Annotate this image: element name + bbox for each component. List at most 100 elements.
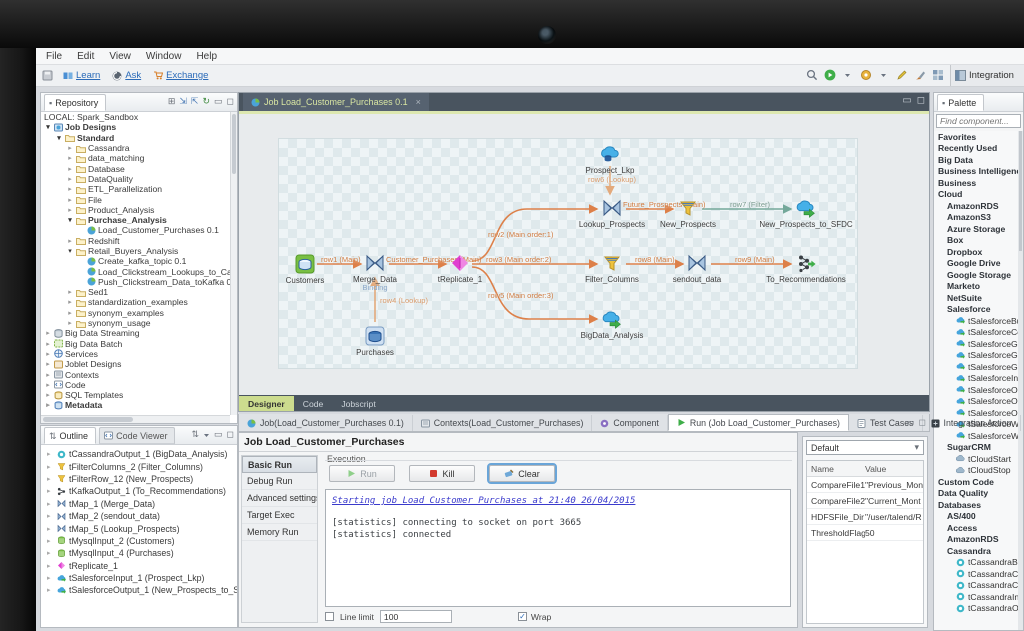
collapsed-arrow-icon[interactable]: ▸ — [47, 463, 54, 471]
close-icon[interactable]: × — [416, 97, 421, 107]
outline-item[interactable]: ▸tMysqlInput_2 (Customers) — [41, 535, 237, 547]
job-node-purchases[interactable]: Purchases — [320, 326, 430, 357]
wrap-checkbox[interactable]: ✓ — [518, 612, 527, 621]
design-canvas[interactable]: row1 (Main)Customer_Purchases (Main)row4… — [239, 114, 929, 397]
collapsed-arrow-icon[interactable]: ▸ — [47, 512, 54, 520]
palette-scrollbar[interactable] — [1018, 131, 1023, 630]
tree-item[interactable]: ▸Code — [41, 380, 230, 390]
kill-button[interactable]: Kill — [409, 465, 475, 482]
tree-item[interactable]: Load_Customer_Purchases 0.1 — [41, 225, 230, 235]
collapsed-arrow-icon[interactable]: ▸ — [44, 329, 52, 337]
collapsed-arrow-icon[interactable]: ▸ — [66, 288, 74, 296]
tree-item[interactable]: ▸SQL Templates — [41, 390, 230, 400]
caret-icon[interactable] — [841, 68, 854, 81]
outline-item[interactable]: ▸tKafkaOutput_1 (To_Recommendations) — [41, 485, 237, 497]
palette-component[interactable]: tSalesforceBulkExec — [934, 315, 1018, 327]
collapsed-arrow-icon[interactable]: ▸ — [44, 340, 52, 348]
palette-component[interactable]: tCassandraClose — [934, 568, 1018, 580]
collapsed-arrow-icon[interactable]: ▸ — [47, 562, 54, 570]
palette-category[interactable]: Box — [934, 235, 1018, 247]
caret-icon[interactable] — [877, 68, 890, 81]
brush-icon[interactable] — [913, 68, 926, 81]
run-console[interactable]: Starting job Load_Customer_Purchases at … — [325, 489, 791, 607]
tab-palette[interactable]: ▪ Palette — [937, 94, 984, 111]
context-row[interactable]: ThresholdFlag50 — [807, 525, 923, 541]
context-table[interactable]: NameValueCompareFile1"Previous_MontCompa… — [806, 460, 924, 624]
collapsed-arrow-icon[interactable]: ▸ — [47, 574, 54, 582]
run-green-icon[interactable] — [823, 68, 836, 81]
palette-component[interactable]: tCassandraInput — [934, 591, 1018, 603]
view-tab-run[interactable]: Run (Job Load_Customer_Purchases) — [668, 414, 849, 431]
minimize-icon[interactable]: ▭ — [902, 95, 911, 106]
tree-item[interactable]: ▸Joblet Designs — [41, 359, 230, 369]
collapsed-arrow-icon[interactable]: ▸ — [47, 525, 54, 533]
tree-item[interactable]: ▸Metadata — [41, 400, 230, 410]
job-node-sendout_data[interactable]: sendout_data — [642, 253, 752, 284]
tree-item[interactable]: ▸synonym_examples — [41, 308, 230, 318]
maximize-icon[interactable]: ◻ — [919, 417, 926, 428]
editor-bottom-tab-jobscript[interactable]: Jobscript — [332, 396, 384, 411]
palette-category[interactable]: Business — [934, 177, 1018, 189]
palette-category[interactable]: AmazonS3 — [934, 212, 1018, 224]
palette-list[interactable]: FavoritesRecently UsedBig DataBusiness I… — [934, 131, 1018, 630]
palette-component[interactable]: tSalesforceOutputBulk — [934, 396, 1018, 408]
tree-item[interactable]: ▸Cassandra — [41, 143, 230, 153]
expanded-arrow-icon[interactable]: ▾ — [66, 216, 74, 224]
collapsed-arrow-icon[interactable]: ▸ — [47, 537, 54, 545]
maximize-icon[interactable]: ◻ — [917, 95, 925, 106]
collapsed-arrow-icon[interactable]: ▸ — [47, 487, 54, 495]
outline-list[interactable]: ▸tCassandraOutput_1 (BigData_Analysis)▸t… — [41, 445, 237, 627]
palette-component[interactable]: tSalesforceConnection — [934, 327, 1018, 339]
palette-component[interactable]: tSalesforceGetDeleted — [934, 338, 1018, 350]
context-row[interactable]: CompareFile1"Previous_Mont — [807, 477, 923, 493]
job-node-to_recommendations[interactable]: To_Recommendations — [751, 253, 861, 284]
collapsed-arrow-icon[interactable]: ▸ — [44, 360, 52, 368]
collapsed-arrow-icon[interactable]: ▸ — [66, 309, 74, 317]
palette-category[interactable]: Custom Code — [934, 476, 1018, 488]
collapsed-arrow-icon[interactable]: ▸ — [66, 319, 74, 327]
maximize-icon[interactable]: ◻ — [227, 429, 234, 441]
tree-item[interactable]: ▸Contexts — [41, 369, 230, 379]
collapsed-arrow-icon[interactable]: ▸ — [66, 165, 74, 173]
palette-component[interactable]: tCloudStart — [934, 453, 1018, 465]
palette-component[interactable]: tSalesforceOutput — [934, 384, 1018, 396]
toolbar-link-ask[interactable]: Ask — [112, 70, 141, 81]
tree-item[interactable]: ▸Product_Analysis — [41, 205, 230, 215]
menu-window[interactable]: Window — [146, 51, 182, 62]
palette-component[interactable]: tSalesforceGetUpdated — [934, 361, 1018, 373]
collapsed-arrow-icon[interactable]: ▸ — [44, 371, 52, 379]
collapsed-arrow-icon[interactable]: ▸ — [44, 381, 52, 389]
palette-search-input[interactable] — [936, 114, 1021, 128]
view-tab-contexts[interactable]: Contexts(Load_Customer_Purchases) — [413, 415, 593, 431]
run-nav-basic-run[interactable]: Basic Run — [242, 456, 317, 473]
collapsed-arrow-icon[interactable]: ▸ — [66, 196, 74, 204]
editor-tab-job[interactable]: Job Load_Customer_Purchases 0.1 × — [243, 93, 429, 111]
collapsed-arrow-icon[interactable]: ▸ — [47, 500, 54, 508]
tree-item[interactable]: ▸Sed1 — [41, 287, 230, 297]
repository-vscrollbar[interactable] — [230, 112, 237, 415]
run-nav-advanced-settings[interactable]: Advanced settings — [242, 490, 317, 507]
palette-category[interactable]: Azure Storage — [934, 223, 1018, 235]
refresh-icon[interactable]: ↻ — [202, 96, 210, 106]
palette-category[interactable]: NetSuite — [934, 292, 1018, 304]
view-tab-job[interactable]: Job(Load_Customer_Purchases 0.1) — [239, 415, 413, 431]
tree-item[interactable]: ▸Big Data Batch — [41, 339, 230, 349]
menu-edit[interactable]: Edit — [77, 51, 94, 62]
outline-item[interactable]: ▸tMap_2 (sendout_data) — [41, 510, 237, 522]
palette-category[interactable]: Dropbox — [934, 246, 1018, 258]
tree-item[interactable]: ▸File — [41, 194, 230, 204]
toolbar-link-exchange[interactable]: Exchange — [153, 70, 208, 81]
palette-category[interactable]: Big Data — [934, 154, 1018, 166]
tree-item[interactable]: ▸data_matching — [41, 153, 230, 163]
save-icon[interactable] — [42, 70, 53, 81]
palette-category[interactable]: AS/400 — [934, 511, 1018, 523]
pencil-icon[interactable] — [895, 68, 908, 81]
palette-component[interactable]: tSalesforceGetServerTimestamp — [934, 350, 1018, 362]
context-row[interactable]: HDFSFile_Dir"/user/talend/R — [807, 509, 923, 525]
palette-category[interactable]: Recently Used — [934, 143, 1018, 155]
palette-component[interactable]: tSalesforceWaveOutputBulkExec — [934, 430, 1018, 442]
palette-category[interactable]: SugarCRM — [934, 442, 1018, 454]
tree-item[interactable]: Load_Clickstream_Lookups_to_Cassandr — [41, 266, 230, 276]
tree-item[interactable]: ▾Purchase_Analysis — [41, 215, 230, 225]
view-tab-integration-action[interactable]: Integration Action — [923, 415, 1021, 431]
